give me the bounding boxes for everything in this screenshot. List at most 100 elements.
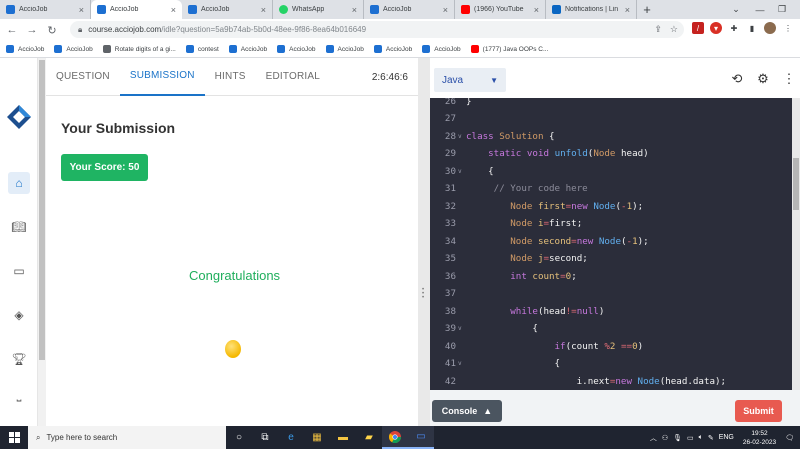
code-line[interactable]: 26} <box>430 98 792 110</box>
code-line[interactable]: 28 v class Solution { <box>430 127 792 145</box>
code-line[interactable]: 39 v { <box>430 320 792 338</box>
chrome-icon[interactable] <box>382 426 408 449</box>
close-tab-icon[interactable]: × <box>171 5 176 15</box>
code-line[interactable]: 27 <box>430 110 792 128</box>
acciojob-logo-icon[interactable] <box>6 104 32 130</box>
browser-tab[interactable]: AccioJob × <box>364 0 455 19</box>
cortana-icon[interactable]: ○ <box>226 426 252 449</box>
back-icon[interactable]: ← <box>4 22 20 38</box>
close-tab-icon[interactable]: × <box>261 5 266 15</box>
close-tab-icon[interactable]: × <box>625 5 630 15</box>
bookmark-item[interactable]: AccioJob <box>228 45 267 53</box>
chat-icon[interactable]: ▭ <box>8 260 30 282</box>
code-line[interactable]: 41 v { <box>430 355 792 373</box>
bookmark-item[interactable]: AccioJob <box>373 45 412 53</box>
battery-icon[interactable]: ▭ <box>687 434 694 442</box>
settings-gear-icon[interactable]: ⚙ <box>754 70 772 88</box>
windows-start-icon[interactable] <box>0 426 28 449</box>
people-icon[interactable]: ⚇ <box>662 434 668 442</box>
pen-icon[interactable]: ✎ <box>708 434 714 442</box>
code-line[interactable]: 35 Node j=second; <box>430 250 792 268</box>
language-select[interactable]: Java ▼ <box>434 68 506 92</box>
book-icon[interactable]: 📖︎ <box>8 216 30 238</box>
chevron-up-icon[interactable]: ︿ <box>650 433 657 443</box>
code-line[interactable]: 31 // Your code here <box>430 180 792 198</box>
code-line[interactable]: 34 Node second=new Node(-1); <box>430 232 792 250</box>
tab-submission[interactable]: SUBMISSION <box>119 58 205 96</box>
fold-chevron-icon[interactable]: v <box>456 360 466 367</box>
code-line[interactable]: 33 Node i=first; <box>430 215 792 233</box>
file-explorer-icon[interactable]: ▬ <box>330 426 356 449</box>
app-icon[interactable]: ▭ <box>408 426 434 449</box>
close-tab-icon[interactable]: × <box>79 5 84 15</box>
minimize-icon[interactable]: — <box>748 0 772 19</box>
editor-scrollbar[interactable] <box>792 98 800 390</box>
close-tab-icon[interactable]: × <box>352 5 357 15</box>
code-editor[interactable]: 42 i.next=new Node(head.data); 41 v {40 if… <box>430 98 800 390</box>
fold-chevron-icon[interactable]: v <box>456 133 466 140</box>
forward-icon[interactable]: → <box>24 22 40 38</box>
browser-tab[interactable]: WhatsApp × <box>273 0 364 19</box>
tab-question[interactable]: QUESTION <box>46 58 120 96</box>
code-line[interactable]: 42 i.next=new Node(head.data); <box>430 372 792 390</box>
bookmark-item[interactable]: AccioJob <box>6 45 44 53</box>
notifications-icon[interactable]: 🗨︎ <box>785 434 794 442</box>
submit-button[interactable]: Submit <box>735 400 782 422</box>
code-line[interactable]: 29 static void unfold(Node head) <box>430 145 792 163</box>
code-line[interactable]: 32 Node first=new Node(-1); <box>430 197 792 215</box>
code-line[interactable]: 36 int count=0; <box>430 267 792 285</box>
panel-splitter[interactable]: • • • <box>418 58 430 426</box>
home-icon[interactable]: ⌂ <box>8 172 30 194</box>
tab-hints[interactable]: HINTS <box>205 58 256 96</box>
sticky-notes-icon[interactable]: ▰ <box>356 426 382 449</box>
console-button[interactable]: Console ▲ <box>432 400 502 422</box>
taskbar-search-input[interactable]: ⌕ Type here to search <box>28 426 226 449</box>
tab-search-icon[interactable]: ⌄ <box>724 0 748 19</box>
trophy-icon[interactable]: 🏆︎ <box>8 348 30 370</box>
more-menu-icon[interactable]: ⋮ <box>782 22 794 34</box>
fold-chevron-icon[interactable]: v <box>456 168 466 175</box>
browser-tab[interactable]: (1966) YouTube × <box>455 0 546 19</box>
clock[interactable]: 19:52 26-02-2023 <box>743 429 776 447</box>
code-line[interactable]: 38 while(head!=null) <box>430 302 792 320</box>
bookmark-item[interactable]: AccioJob <box>277 45 316 53</box>
bookmark-item[interactable]: AccioJob <box>422 45 461 53</box>
bookmark-item[interactable]: Rotate digits of a gi... <box>102 45 176 53</box>
extensions-puzzle-icon[interactable]: ✚ <box>728 22 740 34</box>
extension-shield-icon[interactable]: ▾ <box>710 22 722 34</box>
bookmark-item[interactable]: AccioJob <box>54 45 93 53</box>
language-indicator[interactable]: ENG <box>719 434 734 441</box>
tab-editorial[interactable]: EDITORIAL <box>256 58 330 96</box>
volume-icon[interactable]: 🔈︎ <box>699 434 703 442</box>
browser-tab[interactable]: AccioJob × <box>91 0 182 19</box>
left-scrollbar[interactable] <box>38 58 46 426</box>
close-tab-icon[interactable]: × <box>443 5 448 15</box>
side-panel-icon[interactable]: ▮ <box>746 22 758 34</box>
fold-chevron-icon[interactable]: v <box>456 325 466 332</box>
layers-icon[interactable]: ◈ <box>8 304 30 326</box>
task-view-icon[interactable]: ⧉ <box>252 426 278 449</box>
code-line[interactable]: 37 <box>430 285 792 303</box>
restore-icon[interactable]: ❐ <box>770 0 794 19</box>
bookmark-star-icon[interactable]: ☆ <box>670 24 678 35</box>
close-tab-icon[interactable]: × <box>534 5 539 15</box>
reload-icon[interactable]: ↻ <box>44 22 60 38</box>
url-input[interactable]: 🔒︎ course.acciojob.com/idle?question=5a9… <box>70 21 684 38</box>
bookmark-item[interactable]: (1777) Java OOPs C... <box>470 45 548 53</box>
code-line[interactable]: 40 if(count %2 ==0) <box>430 337 792 355</box>
code-line[interactable]: 30 v { <box>430 162 792 180</box>
browser-tab[interactable]: Notifications | Lin × <box>546 0 637 19</box>
bookmark-item[interactable]: contest <box>185 45 219 53</box>
new-tab-icon[interactable]: + <box>637 0 657 19</box>
extension-red-icon[interactable]: / <box>692 22 704 34</box>
edge-icon[interactable]: e <box>278 426 304 449</box>
more-vertical-icon[interactable]: ⋮ <box>780 70 798 88</box>
reset-icon[interactable]: ⟲ <box>728 70 746 88</box>
browser-tab[interactable]: AccioJob × <box>182 0 273 19</box>
share-icon[interactable]: ⇪ <box>654 24 662 35</box>
inbox-icon[interactable]: ⎵ <box>8 384 30 406</box>
store-icon[interactable]: ▦ <box>304 426 330 449</box>
microphone-icon[interactable]: 🎙︎ <box>673 434 682 442</box>
browser-tab[interactable]: AccioJob × <box>0 0 91 19</box>
bookmark-item[interactable]: AccioJob <box>325 45 364 53</box>
